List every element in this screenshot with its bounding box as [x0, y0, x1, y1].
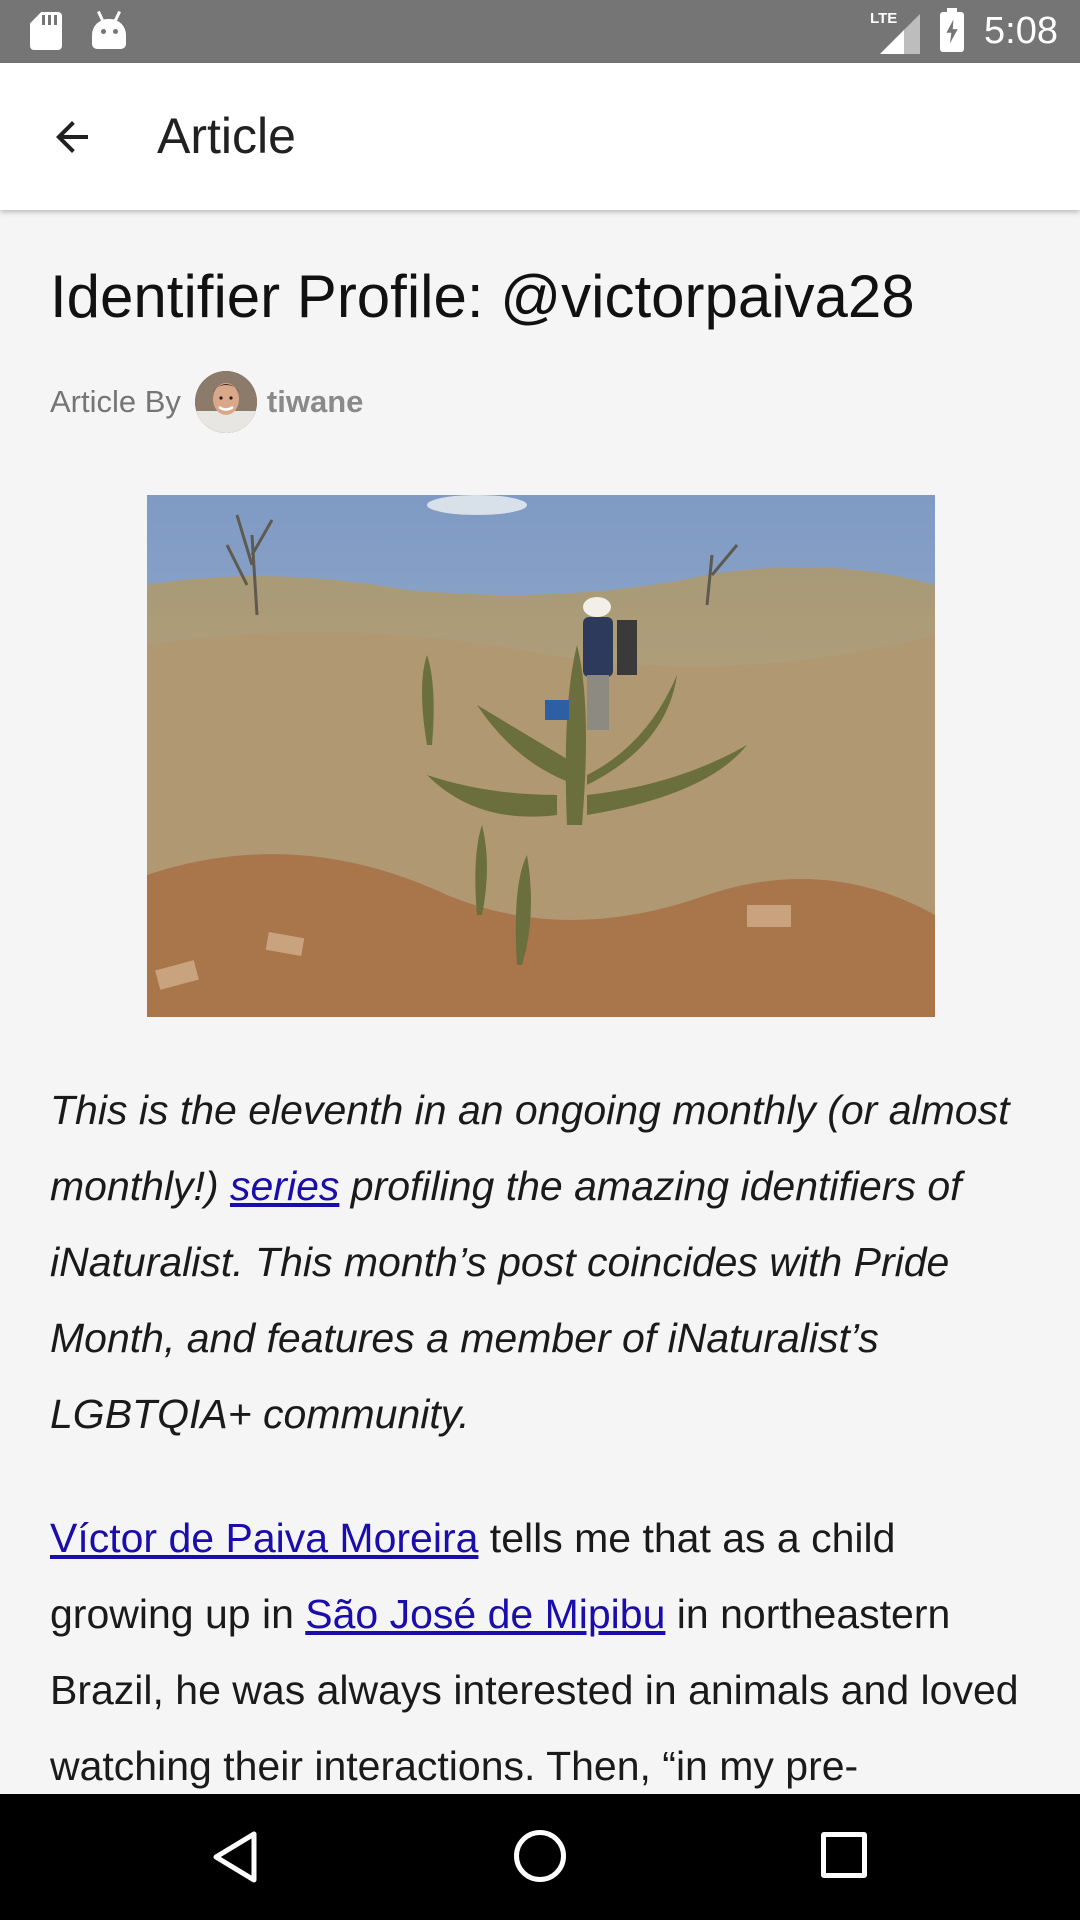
- byline: Article By tiwane: [50, 370, 363, 434]
- nav-recents-icon[interactable]: [821, 1832, 867, 1878]
- nav-back-icon[interactable]: [210, 1830, 260, 1884]
- arrow-left-icon: [56, 121, 88, 153]
- notification-icons: [30, 12, 126, 50]
- series-link[interactable]: series: [230, 1163, 339, 1209]
- status-bar: LTE 5:08: [0, 0, 1080, 63]
- body-paragraph: Víctor de Paiva Moreira tells me that as…: [50, 1500, 1040, 1794]
- navigation-bar: [0, 1794, 1080, 1920]
- victor-profile-link[interactable]: Víctor de Paiva Moreira: [50, 1515, 478, 1561]
- nav-home-icon[interactable]: [514, 1830, 566, 1882]
- location-link[interactable]: São José de Mipibu: [305, 1591, 665, 1637]
- author-avatar[interactable]: [194, 371, 257, 433]
- sd-card-icon: [30, 12, 62, 50]
- article-content[interactable]: Identifier Profile: @victorpaiva28 Artic…: [0, 210, 1080, 1794]
- app-bar: Article: [0, 63, 1080, 210]
- intro-paragraph: This is the eleventh in an ongoing month…: [50, 1072, 1040, 1452]
- signal-icon: LTE: [870, 10, 921, 54]
- back-button[interactable]: [44, 109, 100, 165]
- article-title: Identifier Profile: @victorpaiva28: [50, 263, 915, 330]
- android-icon: [92, 19, 126, 49]
- system-icons: LTE 5:08: [870, 0, 1058, 63]
- app-title: Article: [157, 108, 296, 164]
- clock: 5:08: [984, 10, 1058, 52]
- byline-label: Article By: [50, 384, 181, 419]
- battery-charging-icon: [940, 7, 965, 52]
- author-name[interactable]: tiwane: [267, 384, 363, 420]
- article-image: [147, 495, 935, 1017]
